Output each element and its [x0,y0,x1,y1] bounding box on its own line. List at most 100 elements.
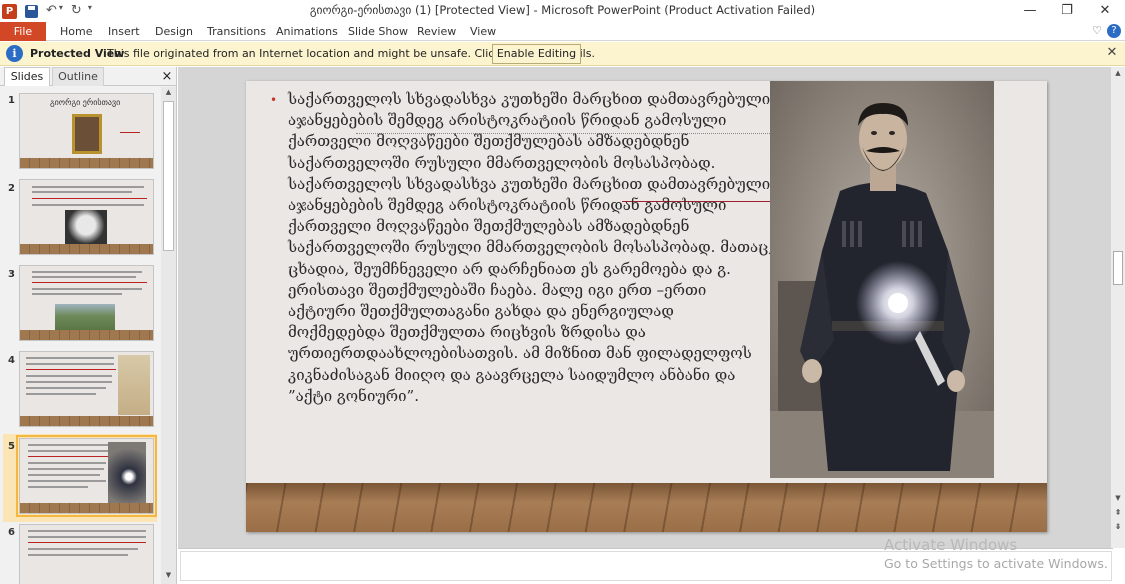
thumb-photo [118,355,150,415]
wooden-floor-background [246,483,1047,532]
slide-number: 5 [8,441,15,452]
slides-pane-scrollbar[interactable]: ▲ ▼ [161,87,176,584]
slide-number: 6 [8,527,15,538]
tab-design[interactable]: Design [155,22,193,41]
save-icon[interactable] [25,4,38,18]
slide-thumbnails: 1 გიორგი ერისთავი 2 3 4 5 6 [0,87,160,584]
editor-vertical-scrollbar[interactable]: ▲ ▼ ⇞ ⇟ [1111,67,1125,548]
undo-dropdown-icon[interactable]: ▾ [59,3,63,19]
thumb-line [32,271,142,273]
thumb-line [28,554,128,556]
portrait-frame [72,114,102,154]
slide-thumbnail-2[interactable] [19,179,154,255]
bullet-marker: • [270,93,278,107]
quick-access-toolbar: P ↶ ▾ ↻ ▾ [0,0,92,22]
protected-view-bar[interactable]: i Protected View This file originated fr… [0,42,1125,66]
minimize-button[interactable]: — [1010,0,1050,22]
scroll-down-icon[interactable]: ▼ [1111,494,1125,506]
ribbon-tabs: File Home Insert Design Transitions Anim… [0,22,1125,41]
tab-review[interactable]: Review [417,22,456,41]
thumb-line [26,393,96,395]
customize-qat-icon[interactable]: ▾ [88,3,92,19]
thumb-floor [20,244,153,254]
close-message-bar-button[interactable]: ✕ [1104,45,1120,61]
thumb-floor [20,158,153,168]
thumb-floor [20,330,153,340]
scroll-down-icon[interactable]: ▼ [161,571,176,583]
slide-thumbnail-4[interactable] [19,351,154,427]
historical-portrait-photo[interactable] [770,81,994,478]
pane-tabs: Slides Outline × [0,67,176,86]
tab-slides[interactable]: Slides [4,67,50,86]
thumb-line [28,548,138,550]
current-slide[interactable]: • საქართველოს სხვადასხვა კუთხეში მარცხით… [246,81,1047,532]
slide-editor: • საქართველოს სხვადასხვა კუთხეში მარცხით… [178,67,1125,548]
tab-file[interactable]: File [0,22,46,41]
tab-animations[interactable]: Animations [276,22,338,41]
thumb-line [28,468,104,470]
tab-home[interactable]: Home [60,22,92,41]
thumb-line [28,456,112,457]
thumb-line [26,375,112,377]
tab-insert[interactable]: Insert [108,22,140,41]
thumb-line [32,191,132,193]
scrollbar-thumb[interactable] [163,101,174,251]
thumb-line [28,444,108,446]
info-shield-icon: i [6,45,23,62]
scrollbar-thumb[interactable] [1113,251,1123,285]
redo-icon[interactable]: ↻ [71,3,82,19]
slide-number: 2 [8,183,15,194]
slide-thumbnail-title: გიორგი ერისთავი [50,98,121,107]
activate-windows-title: Activate Windows [884,536,1018,554]
tab-outline[interactable]: Outline [52,67,104,86]
scroll-up-icon[interactable]: ▲ [1111,69,1125,81]
thumb-floor [20,416,153,426]
thumb-line [32,288,142,290]
thumb-line [32,293,122,295]
thumb-line [28,450,108,452]
thumb-line [26,357,114,359]
thumb-line [28,486,88,488]
close-window-button[interactable]: ✕ [1085,0,1125,22]
restore-button[interactable]: ❐ [1047,0,1087,22]
thumb-line [32,282,147,283]
thumb-line [28,480,106,482]
thumb-line [28,536,146,538]
thumb-line [28,462,106,464]
scroll-up-icon[interactable]: ▲ [161,88,176,100]
help-icon[interactable]: ? [1107,24,1121,38]
enable-editing-button[interactable]: Enable Editing [492,44,581,64]
tab-slide-show[interactable]: Slide Show [348,22,408,41]
previous-slide-icon[interactable]: ⇞ [1111,508,1125,520]
thumb-line [26,381,112,383]
thumb-line [26,387,106,389]
slide-number: 1 [8,95,15,106]
slides-pane: Slides Outline × 1 გიორგი ერისთავი 2 3 4… [0,67,177,584]
slide-thumbnail-3[interactable] [19,265,154,341]
title-bar: P ↶ ▾ ↻ ▾ გიორგი-ერისთავი (1) [Protected… [0,0,1125,22]
portrait-photo-image [770,81,994,478]
tab-view[interactable]: View [470,22,496,41]
slide-thumbnail-1[interactable]: გიორგი ერისთავი [19,93,154,169]
thumb-floor [20,503,153,513]
slide-thumbnail-5[interactable] [16,435,157,517]
thumb-photo [108,442,146,505]
slide-number: 4 [8,355,15,366]
slide-thumbnail-6[interactable] [19,524,154,584]
thumb-line [28,474,100,476]
thumb-line [32,276,136,278]
thumb-photo [65,210,107,248]
thumb-line [32,198,147,199]
tab-transitions[interactable]: Transitions [207,22,266,41]
thumb-line [26,369,116,370]
ribbon-minimize-icon[interactable]: ♡ [1090,24,1104,38]
slide-number: 3 [8,269,15,280]
thumb-line [28,530,146,532]
powerpoint-app-icon[interactable]: P [2,3,17,19]
close-pane-icon[interactable]: × [160,69,174,84]
undo-icon[interactable]: ↶ [46,3,57,19]
next-slide-icon[interactable]: ⇟ [1111,522,1125,534]
thumb-line [28,542,146,543]
slide-body-text[interactable]: საქართველოს სხვადასხვა კუთხეში მარცხით დ… [288,89,773,407]
thumb-line [32,204,144,206]
